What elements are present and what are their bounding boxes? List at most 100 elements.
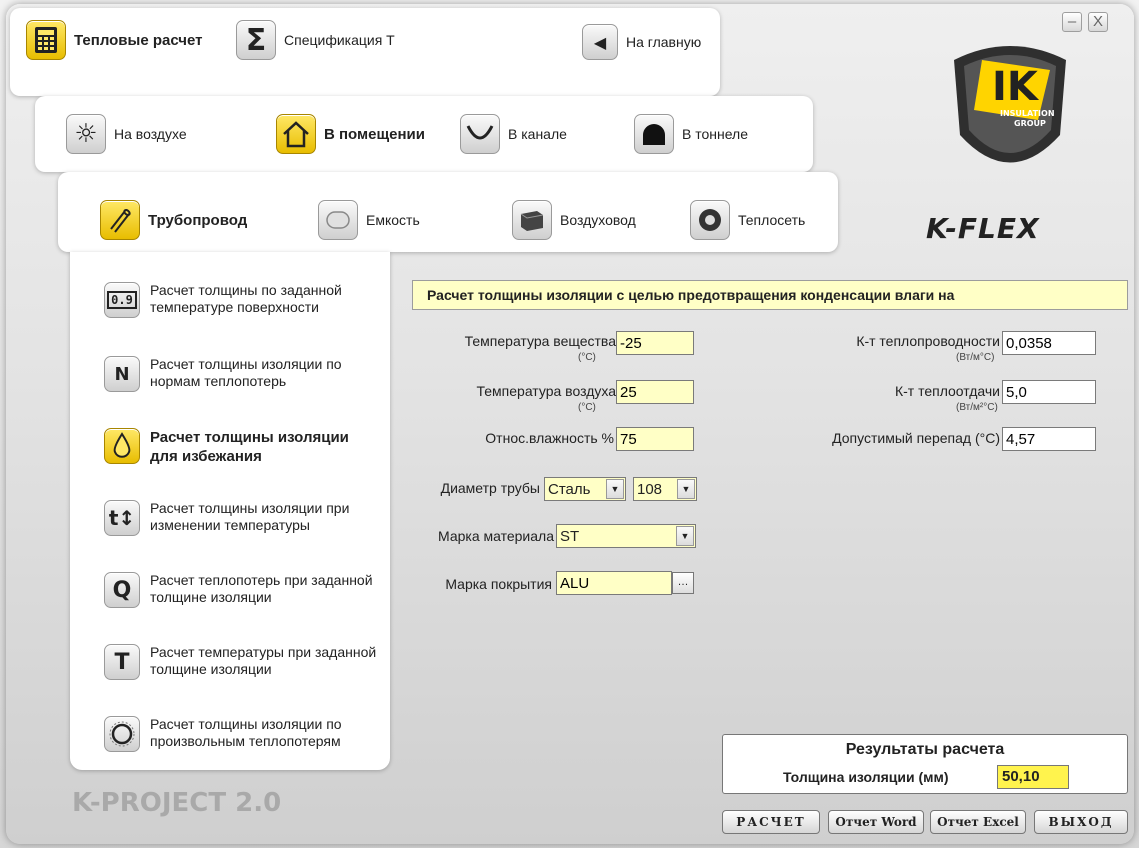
tab-tunnel-label: В тоннеле bbox=[682, 126, 749, 142]
tab-pipeline[interactable]: Трубопровод bbox=[100, 200, 247, 240]
q-icon: Q bbox=[104, 572, 140, 608]
tab-indoor-label: В помещении bbox=[324, 125, 425, 143]
delta-input[interactable] bbox=[1002, 427, 1096, 451]
sidebar-item-temperature[interactable]: T Расчет температуры при заданной толщин… bbox=[104, 644, 380, 680]
nav-home-label: На главную bbox=[626, 34, 702, 50]
result-value: 50,10 bbox=[997, 765, 1069, 789]
coating-input[interactable] bbox=[556, 571, 672, 595]
conductivity-input[interactable] bbox=[1002, 331, 1096, 355]
substance-temp-input[interactable] bbox=[616, 331, 694, 355]
tab-heating-network[interactable]: Теплосеть bbox=[690, 200, 805, 240]
air-temp-unit: (°C) bbox=[578, 402, 596, 413]
transfer-input[interactable] bbox=[1002, 380, 1096, 404]
sidebar-item-label: Расчет температуры при заданной толщине … bbox=[150, 644, 377, 677]
pipe-material-value: Сталь bbox=[548, 480, 591, 498]
pipe-material-select[interactable]: Сталь ▼ bbox=[544, 477, 626, 501]
chevron-down-icon: ▼ bbox=[677, 479, 695, 499]
minimize-button[interactable]: – bbox=[1062, 12, 1082, 32]
humidity-input[interactable] bbox=[616, 427, 694, 451]
sidebar-item-label: Расчет толщины изоляции по нормам теплоп… bbox=[150, 356, 342, 389]
coating-label: Марка покрытия bbox=[445, 576, 552, 592]
substance-temp-label: Температура вещества bbox=[464, 333, 616, 349]
result-title: Результаты расчета bbox=[845, 741, 1005, 758]
substance-temp-unit: (°C) bbox=[578, 352, 596, 363]
tab-channel-label: В канале bbox=[508, 126, 567, 142]
nav-thermal-calc[interactable]: Тепловые расчет bbox=[26, 20, 203, 60]
nav-home[interactable]: ◀ На главную bbox=[582, 24, 701, 60]
heating-pipe-icon bbox=[690, 200, 730, 240]
diameter-label: Диаметр трубы bbox=[440, 480, 540, 496]
sidebar-item-condensation[interactable]: Расчет толщины изоляции для избежания bbox=[104, 428, 380, 466]
duct-icon bbox=[512, 200, 552, 240]
back-arrow-icon: ◀ bbox=[582, 24, 618, 60]
tab-vessel-label: Емкость bbox=[366, 212, 420, 228]
calculate-button[interactable]: РАСЧЕТ bbox=[722, 810, 820, 834]
sidebar-item-heat-loss-norms[interactable]: N Расчет толщины изоляции по нормам тепл… bbox=[104, 356, 380, 392]
nav-thermal-label: Тепловые расчет bbox=[74, 31, 203, 49]
pipe-icon bbox=[100, 200, 140, 240]
tab-duct-label: Воздуховод bbox=[560, 212, 636, 228]
dial-icon bbox=[104, 716, 140, 752]
drop-icon bbox=[104, 428, 140, 464]
house-icon bbox=[276, 114, 316, 154]
t-arrows-icon: t↕ bbox=[104, 500, 140, 536]
shield-sub1: INSULATION bbox=[1000, 109, 1055, 118]
air-temp-input[interactable] bbox=[616, 380, 694, 404]
conductivity-label: К-т теплопроводности bbox=[856, 333, 1000, 349]
tab-heating-label: Теплосеть bbox=[738, 212, 806, 228]
tab-outdoor[interactable]: ☼ На воздухе bbox=[66, 114, 187, 154]
sidebar-item-surface-temp[interactable]: 0.9 Расчет толщины по заданной температу… bbox=[104, 282, 380, 318]
result-box: Результаты расчета Толщина изоляции (мм)… bbox=[722, 734, 1128, 794]
t-icon: T bbox=[104, 644, 140, 680]
chevron-down-icon: ▼ bbox=[606, 479, 624, 499]
sidebar-item-label: Расчет теплопотерь при заданной толщине … bbox=[150, 572, 373, 605]
k-flex-logo: K-FLEX bbox=[926, 212, 1040, 245]
sidebar-item-label: Расчет толщины изоляции для избежания bbox=[150, 429, 349, 465]
tab-vessel[interactable]: Емкость bbox=[318, 200, 420, 240]
close-button[interactable]: X bbox=[1088, 12, 1108, 32]
tab-indoor[interactable]: В помещении bbox=[276, 114, 425, 154]
conductivity-unit: (Вт/м°С) bbox=[956, 352, 995, 363]
channel-icon bbox=[460, 114, 500, 154]
shield-sub2: GROUP bbox=[1014, 119, 1046, 128]
sigma-icon: Σ bbox=[236, 20, 276, 60]
browse-button[interactable]: … bbox=[672, 572, 694, 594]
result-label: Толщина изоляции (мм) bbox=[783, 769, 949, 785]
nav-specification[interactable]: Σ Спецификация Т bbox=[236, 20, 395, 60]
tab-tunnel[interactable]: В тоннеле bbox=[634, 114, 748, 154]
tank-icon bbox=[318, 200, 358, 240]
sidebar-item-temp-change[interactable]: t↕ Расчет толщины изоляции при изменении… bbox=[104, 500, 380, 536]
delta-label: Допустимый перепад (°C) bbox=[832, 430, 1000, 446]
diameter-value: 108 bbox=[637, 480, 663, 498]
sidebar-item-label: Расчет толщины изоляции по произвольным … bbox=[150, 716, 342, 749]
sidebar-item-label: Расчет толщины изоляции при изменении те… bbox=[150, 500, 350, 533]
form-title: Расчет толщины изоляции с целью предотвр… bbox=[412, 280, 1128, 310]
sidebar-item-arbitrary-loss[interactable]: Расчет толщины изоляции по произвольным … bbox=[104, 716, 380, 752]
air-temp-label: Температура воздуха bbox=[476, 383, 616, 399]
exit-button[interactable]: ВЫХОД bbox=[1034, 810, 1128, 834]
nav-spec-label: Спецификация Т bbox=[284, 32, 395, 48]
chevron-down-icon: ▼ bbox=[676, 526, 694, 546]
sidebar-item-heat-loss[interactable]: Q Расчет теплопотерь при заданной толщин… bbox=[104, 572, 380, 608]
excel-report-button[interactable]: Отчет Excel bbox=[930, 810, 1026, 834]
diameter-select[interactable]: 108 ▼ bbox=[633, 477, 697, 501]
material-label: Марка материала bbox=[438, 528, 554, 544]
ik-shield-logo: IK INSULATION GROUP bbox=[954, 46, 1066, 163]
material-value: ST bbox=[560, 527, 580, 545]
compass-n-icon: N bbox=[104, 356, 140, 392]
tab-outdoor-label: На воздухе bbox=[114, 126, 187, 142]
transfer-unit: (Вт/м²°С) bbox=[956, 402, 998, 413]
tab-channel[interactable]: В канале bbox=[460, 114, 567, 154]
calculator-icon bbox=[26, 20, 66, 60]
sidebar-item-label: Расчет толщины по заданной температуре п… bbox=[150, 282, 342, 315]
display-icon: 0.9 bbox=[104, 282, 140, 318]
transfer-label: К-т теплоотдачи bbox=[894, 383, 1000, 399]
tab-duct[interactable]: Воздуховод bbox=[512, 200, 636, 240]
sun-icon: ☼ bbox=[66, 114, 106, 154]
material-select[interactable]: ST ▼ bbox=[556, 524, 696, 548]
product-name: K-PROJECT 2.0 bbox=[72, 788, 282, 818]
tunnel-icon bbox=[634, 114, 674, 154]
tab-pipeline-label: Трубопровод bbox=[148, 211, 248, 229]
word-report-button[interactable]: Отчет Word bbox=[828, 810, 924, 834]
humidity-label: Относ.влажность % bbox=[485, 430, 614, 446]
